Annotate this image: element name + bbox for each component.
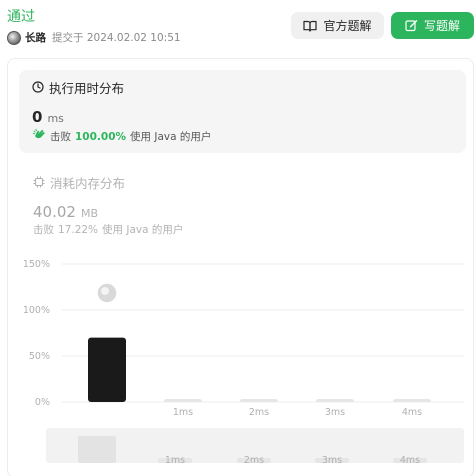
bar-user — [88, 337, 126, 402]
bar — [240, 399, 278, 402]
user-marker-highlight — [101, 287, 109, 295]
x-tick-label: 1ms — [173, 407, 193, 418]
bar — [164, 399, 202, 402]
runtime-distribution-chart: 150% 100% 50% 0% 1ms 2ms 3ms 4ms 1ms 2ms 3ms 4ms — [23, 259, 464, 466]
navigator-tick-label: 4ms — [400, 455, 420, 466]
submission-detail: 通过 长路 提交于 2024.02.02 10:51 官方题解 写题解 执行用时… — [0, 0, 474, 476]
bar — [316, 399, 354, 402]
x-tick-label: 4ms — [402, 407, 422, 418]
y-tick-label: 150% — [23, 259, 50, 270]
navigator-tick-label: 3ms — [322, 455, 342, 466]
y-tick-label: 100% — [23, 305, 50, 316]
navigator-tick-label: 2ms — [244, 455, 264, 466]
x-tick-label: 3ms — [325, 407, 345, 418]
y-tick-label: 0% — [35, 397, 50, 408]
navigator-tick-label: 1ms — [165, 455, 185, 466]
x-tick-label: 2ms — [249, 407, 269, 418]
bar — [393, 399, 431, 402]
navigator-bar-user — [78, 436, 116, 463]
y-tick-label: 50% — [29, 351, 50, 362]
